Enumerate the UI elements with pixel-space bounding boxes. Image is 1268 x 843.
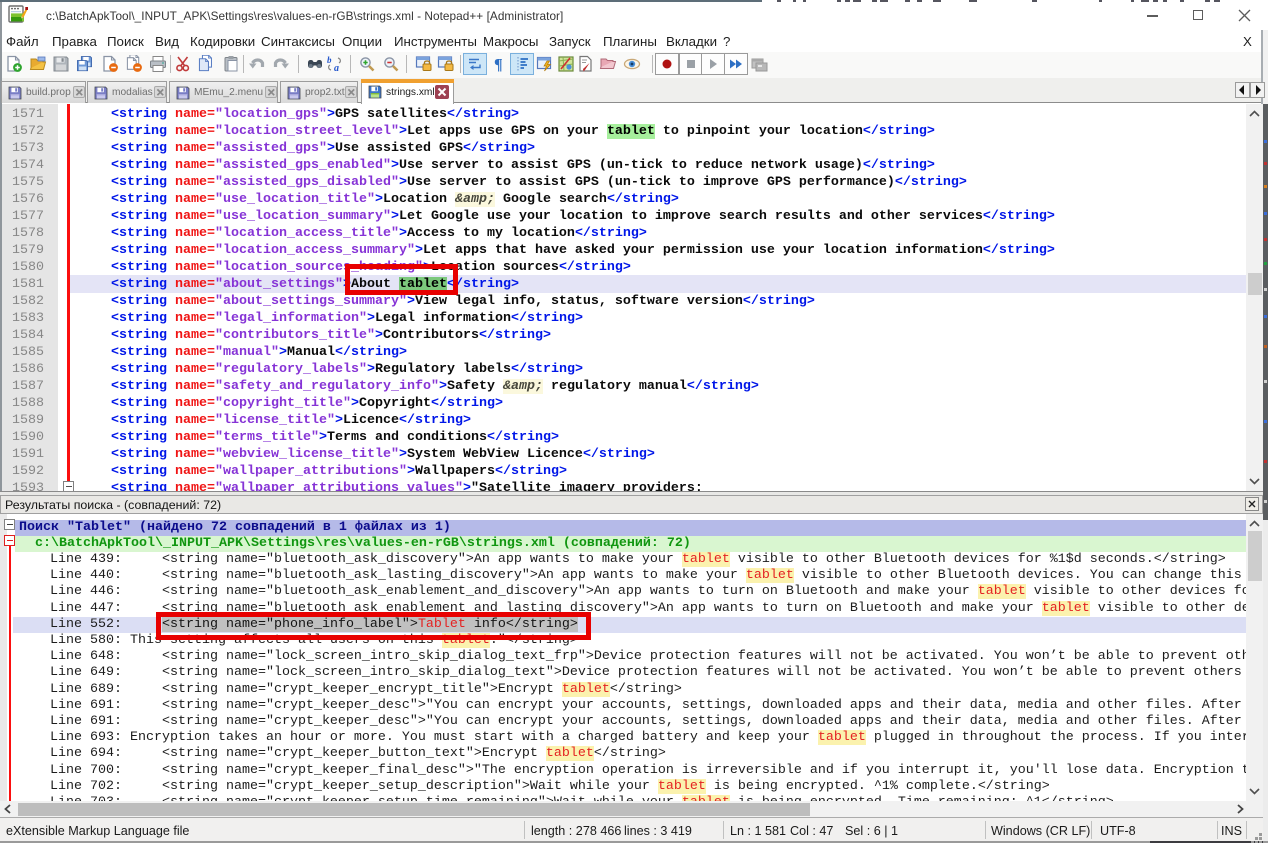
- svg-text:a: a: [334, 63, 339, 73]
- svg-text:¶: ¶: [494, 57, 503, 74]
- svg-text:b: b: [327, 55, 332, 65]
